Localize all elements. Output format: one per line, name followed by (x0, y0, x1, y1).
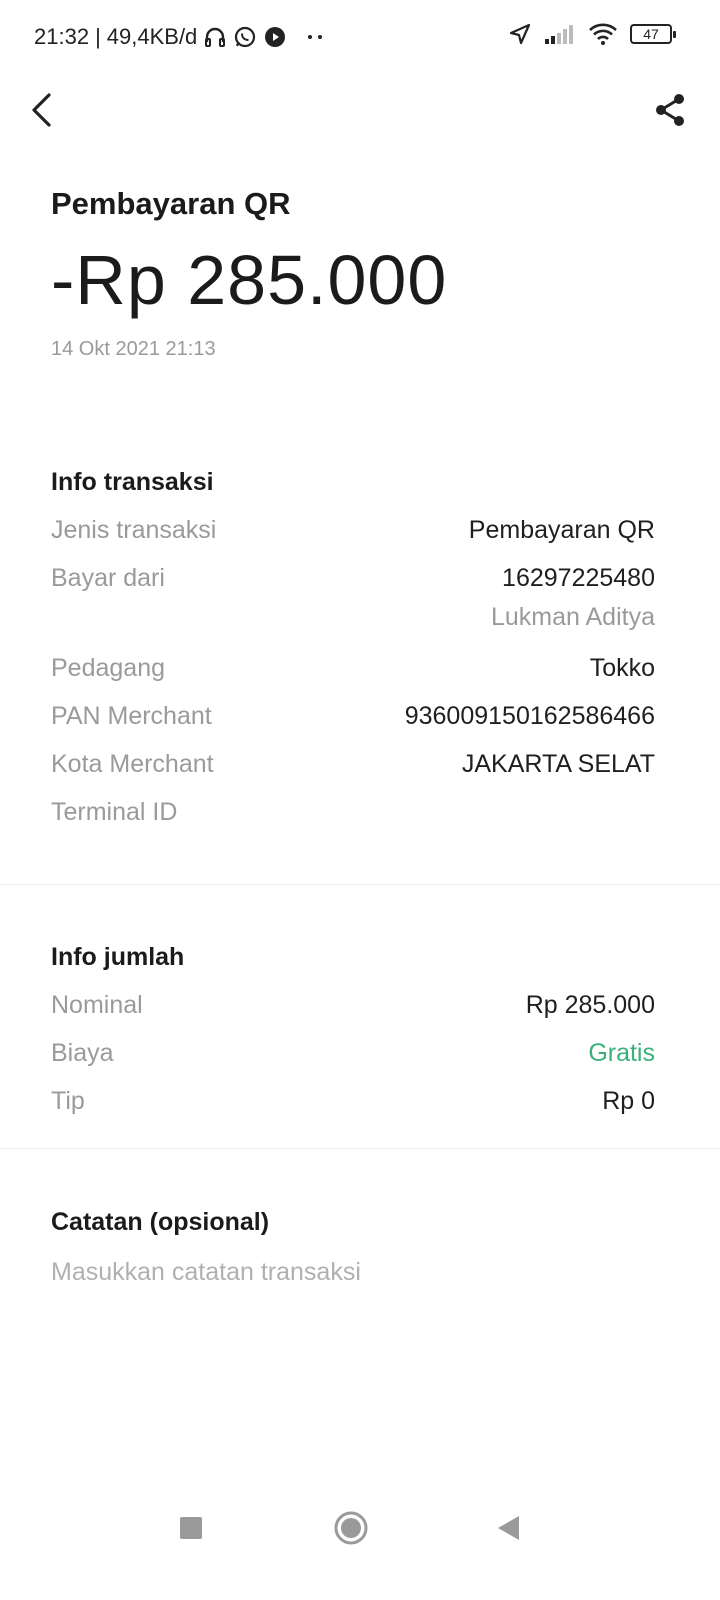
top-app-bar (0, 76, 720, 156)
status-bar: 21:32 | 49,4KB/d 47 (0, 0, 720, 76)
more-dots-icon (307, 33, 323, 41)
transaction-summary: Pembayaran QR -Rp 285.000 14 Okt 2021 21… (51, 186, 671, 361)
share-icon (653, 92, 687, 133)
info-value: JAKARTA SELAT (461, 750, 655, 778)
section-divider (0, 1148, 720, 1149)
info-label: Pedagang (51, 654, 166, 682)
info-row-paid-from: Bayar dari 16297225480 Lukman Aditya (51, 564, 655, 632)
info-row-merchant-city: Kota Merchant JAKARTA SELAT (51, 750, 655, 782)
paid-from-value-group: 16297225480 Lukman Aditya (491, 564, 655, 632)
info-label: Tip (51, 1087, 85, 1115)
home-button[interactable] (327, 1506, 375, 1554)
section-title-transaction-info: Info transaksi (51, 468, 214, 496)
info-value: Rp 285.000 (525, 991, 655, 1019)
info-label: Terminal ID (51, 798, 178, 826)
notes-input[interactable] (51, 1258, 655, 1287)
status-time: 21:32 (34, 24, 90, 49)
status-bar-left: 21:32 | 49,4KB/d (34, 24, 323, 50)
info-row-merchant: Pedagang Tokko (51, 654, 655, 686)
info-label: Biaya (51, 1039, 114, 1067)
info-value: Tokko (589, 654, 655, 682)
amount-info-section: Info jumlah Nominal Rp 285.000 Biaya Gra… (51, 943, 655, 1119)
transaction-amount: -Rp 285.000 (51, 241, 448, 319)
back-button[interactable] (20, 90, 64, 134)
media-icon (263, 25, 287, 49)
info-row-pan-merchant: PAN Merchant 936009150162586466 (51, 702, 655, 734)
battery-icon: 47 (630, 24, 676, 44)
info-value: 936009150162586466 (404, 702, 655, 730)
info-row-nominal: Nominal Rp 285.000 (51, 991, 655, 1023)
info-label: Kota Merchant (51, 750, 214, 778)
info-label: Jenis transaksi (51, 516, 217, 544)
notes-section: Catatan (opsional) (51, 1208, 655, 1287)
system-navigation-bar (0, 1490, 720, 1570)
account-number: 16297225480 (502, 564, 655, 592)
info-row-tip: Tip Rp 0 (51, 1087, 655, 1119)
status-network-speed: 49,4KB/d (106, 24, 198, 49)
info-row-transaction-type: Jenis transaksi Pembayaran QR (51, 516, 655, 548)
status-bar-right: 47 (508, 22, 676, 46)
status-separator: | (95, 24, 101, 49)
transaction-info-section: Info transaksi Jenis transaksi Pembayara… (51, 468, 655, 830)
nav-back-button[interactable] (484, 1506, 532, 1554)
signal-icon (544, 23, 576, 45)
section-divider (0, 884, 720, 885)
location-icon (508, 22, 532, 46)
info-label: Nominal (51, 991, 143, 1019)
whatsapp-icon (233, 25, 257, 49)
back-triangle-icon (495, 1514, 521, 1547)
transaction-type-title: Pembayaran QR (51, 186, 291, 221)
account-holder-name: Lukman Aditya (491, 603, 655, 631)
headphones-icon (203, 25, 227, 49)
info-label: Bayar dari (51, 564, 165, 592)
recent-apps-button[interactable] (167, 1506, 215, 1554)
wifi-icon (588, 22, 618, 46)
info-label: PAN Merchant (51, 702, 212, 730)
section-title-notes: Catatan (opsional) (51, 1208, 270, 1236)
transaction-datetime: 14 Okt 2021 21:13 (51, 338, 216, 360)
info-value: Pembayaran QR (468, 516, 655, 544)
home-icon (333, 1510, 369, 1551)
info-row-terminal-id: Terminal ID (51, 798, 655, 830)
recent-apps-icon (179, 1516, 203, 1545)
section-title-amount-info: Info jumlah (51, 943, 185, 971)
fee-value-free: Gratis (588, 1039, 655, 1067)
info-value: Rp 0 (602, 1087, 655, 1115)
chevron-left-icon (29, 92, 55, 133)
info-row-fee: Biaya Gratis (51, 1039, 655, 1071)
share-button[interactable] (648, 90, 692, 134)
